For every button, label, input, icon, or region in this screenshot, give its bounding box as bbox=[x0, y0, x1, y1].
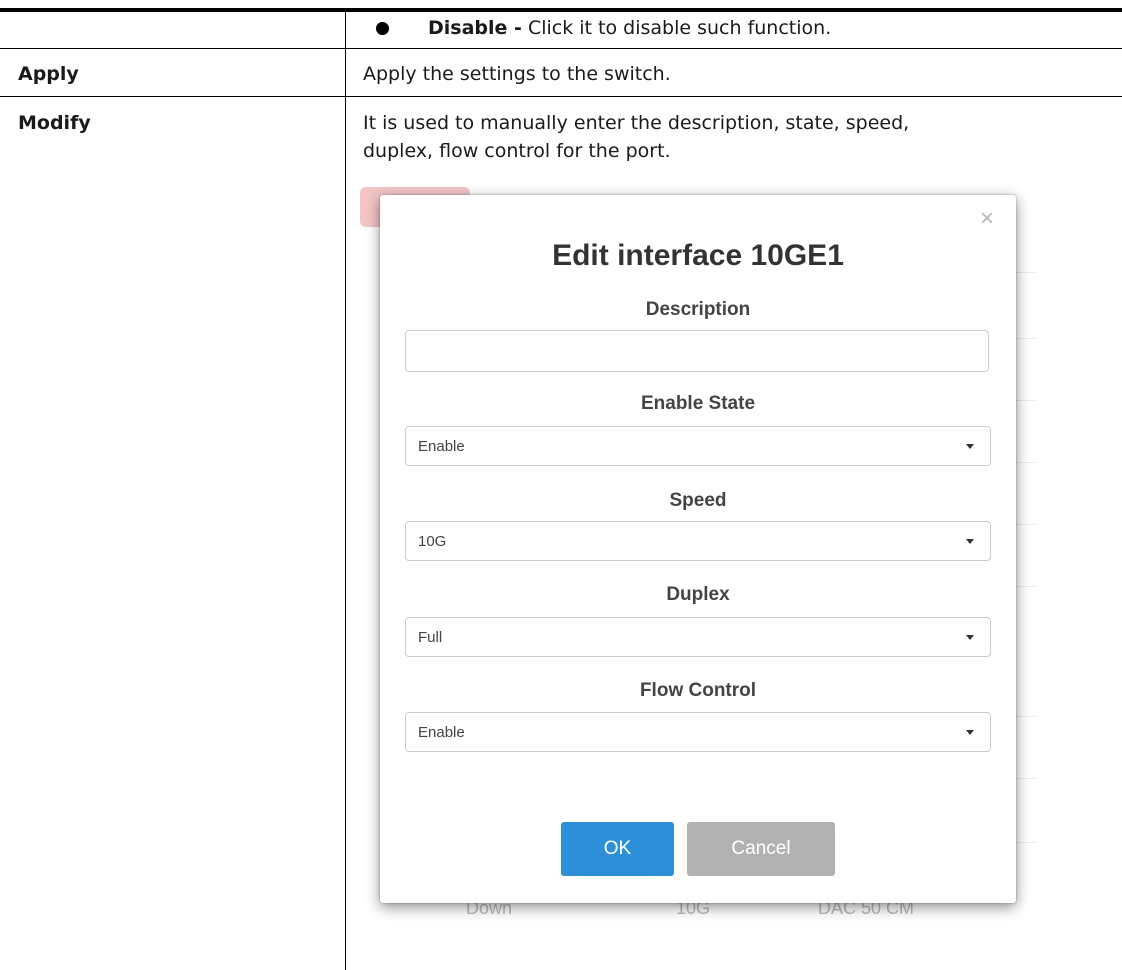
cancel-button[interactable]: Cancel bbox=[687, 822, 835, 876]
speed-value: 10G bbox=[418, 533, 447, 550]
background-row-line bbox=[1016, 338, 1036, 339]
background-row-line bbox=[1016, 462, 1036, 463]
modify-description-line2: duplex, flow control for the port. bbox=[363, 140, 671, 162]
enable-state-select[interactable]: Enable bbox=[405, 426, 991, 466]
background-row-line bbox=[1016, 586, 1036, 587]
disable-text: Click it to disable such function. bbox=[521, 17, 832, 39]
table-column-divider bbox=[345, 8, 346, 970]
duplex-value: Full bbox=[418, 629, 443, 646]
disable-term: Disable - bbox=[428, 17, 522, 39]
description-label: Description bbox=[645, 299, 751, 320]
enable-state-label: Enable State bbox=[640, 393, 756, 414]
background-row-line bbox=[1016, 272, 1036, 273]
flow-control-select[interactable]: Enable bbox=[405, 712, 991, 752]
background-row-line bbox=[1016, 778, 1036, 779]
enable-state-value: Enable bbox=[418, 438, 465, 455]
flow-control-value: Enable bbox=[418, 724, 465, 741]
duplex-label: Duplex bbox=[666, 584, 730, 605]
bullet-icon bbox=[376, 22, 389, 35]
description-input[interactable] bbox=[405, 330, 989, 372]
duplex-select[interactable]: Full bbox=[405, 617, 991, 657]
disable-description: Disable - Click it to disable such funct… bbox=[428, 15, 831, 41]
dialog-title: Edit interface 10GE1 bbox=[552, 239, 844, 272]
table-top-border bbox=[0, 8, 1122, 12]
apply-description: Apply the settings to the switch. bbox=[363, 63, 671, 85]
flow-control-label: Flow Control bbox=[639, 680, 757, 701]
table-row-divider bbox=[0, 96, 1122, 97]
background-row-line bbox=[1016, 400, 1036, 401]
background-row-line bbox=[1016, 716, 1036, 717]
ok-button[interactable]: OK bbox=[561, 822, 674, 876]
table-row-divider bbox=[0, 48, 1122, 49]
background-row-line bbox=[1016, 842, 1036, 843]
speed-label: Speed bbox=[669, 490, 727, 511]
speed-select[interactable]: 10G bbox=[405, 521, 991, 561]
close-icon[interactable]: × bbox=[980, 207, 994, 231]
chevron-down-icon bbox=[966, 539, 974, 544]
background-row-line bbox=[1016, 524, 1036, 525]
chevron-down-icon bbox=[966, 635, 974, 640]
edit-interface-dialog: × Edit interface 10GE1 Description Enabl… bbox=[380, 195, 1016, 903]
chevron-down-icon bbox=[966, 444, 974, 449]
chevron-down-icon bbox=[966, 730, 974, 735]
modify-description-line1: It is used to manually enter the descrip… bbox=[363, 112, 910, 134]
modify-term: Modify bbox=[18, 112, 91, 134]
apply-term: Apply bbox=[18, 63, 79, 85]
